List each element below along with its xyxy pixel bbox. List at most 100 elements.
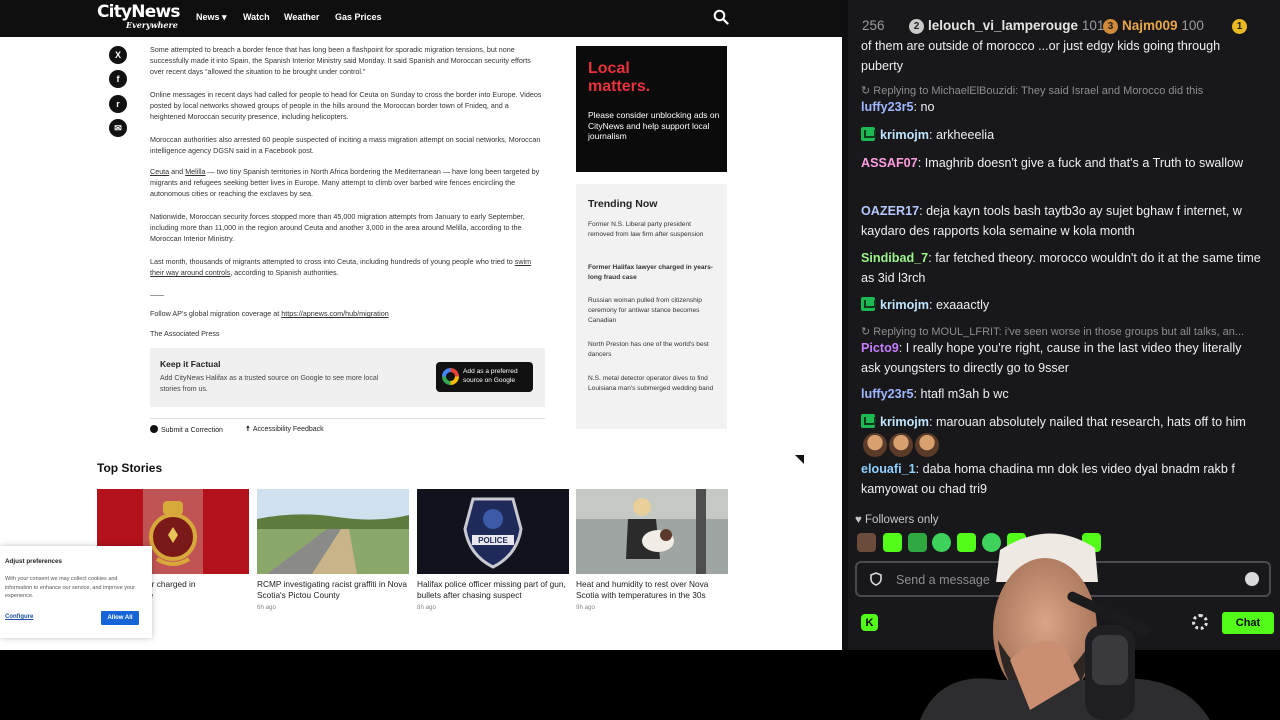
story-card[interactable]: RCMP investigating racist graffiti in No… — [257, 489, 409, 611]
story-card[interactable]: Heat and humidity to rest over Nova Scot… — [576, 489, 728, 611]
reddit-icon[interactable]: r — [109, 95, 127, 113]
article-byline: The Associated Press — [150, 329, 220, 338]
ad-text: Please consider unblocking ads on CityNe… — [588, 110, 720, 141]
nav-watch[interactable]: Watch — [243, 12, 270, 22]
accessibility-feedback-link[interactable]: ☨ Accessibility Feedback — [246, 425, 324, 433]
google-icon — [442, 368, 459, 385]
leaderboard-entry[interactable]: 1 — [1232, 18, 1251, 34]
apnews-link[interactable]: https://apnews.com/hub/migration — [281, 309, 388, 318]
ceuta-link[interactable]: Ceuta — [150, 167, 169, 176]
story-title: RCMP investigating racist graffiti in No… — [257, 579, 408, 600]
chat-username[interactable]: krimojm — [880, 128, 929, 142]
article-paragraph: Ceuta and Melilla — two tiny Spanish ter… — [150, 167, 540, 199]
chat-message: krimojm: arkheeelia — [861, 126, 1261, 146]
nav-news[interactable]: News ▾ — [196, 12, 227, 23]
chat-message: Sindibad_7: far fetched theory. morocco … — [861, 251, 1261, 285]
emote-icon[interactable] — [857, 533, 876, 552]
trending-item[interactable]: N.S. metal detector operator dives to fi… — [588, 374, 716, 394]
story-age: 9h ago — [576, 603, 595, 611]
ad-headline: Local matters. — [588, 60, 651, 95]
trending-item[interactable]: North Preston has one of the world's bes… — [588, 340, 716, 360]
keep-it-factual-box: Keep it Factual Add CityNews Halifax as … — [150, 348, 545, 407]
streamer-webcam — [880, 520, 1280, 720]
site-header: CityNews Everywhere News ▾ Watch Weather… — [0, 0, 842, 37]
rank-badge-icon: 1 — [1232, 18, 1247, 34]
chat-username[interactable]: elouafi_1 — [861, 462, 916, 476]
cursor-icon — [795, 455, 804, 464]
leaderboard-count: 256 — [862, 18, 885, 33]
chat-message: elouafi_1: daba homa chadina mn dok les … — [861, 462, 1235, 496]
keep-it-factual-title: Keep it Factual — [160, 359, 221, 369]
subscriber-badge-icon — [861, 127, 876, 141]
trending-item[interactable]: Former Halifax lawyer charged in years-l… — [588, 263, 716, 283]
facebook-icon[interactable]: f — [109, 70, 127, 88]
top-stories-title: Top Stories — [97, 461, 163, 475]
story-image: POLICE — [417, 489, 569, 574]
email-icon[interactable]: ✉ — [109, 119, 127, 137]
subscriber-badge-icon — [861, 414, 876, 428]
chat-message: krimojm: exaaactly — [861, 296, 1261, 316]
nav-weather[interactable]: Weather — [284, 12, 319, 22]
article-paragraph: Follow AP's global migration coverage at… — [150, 309, 389, 318]
article-paragraph: Nationwide, Moroccan security forces sto… — [150, 212, 525, 244]
chat-username[interactable]: krimojm — [880, 298, 929, 312]
heart-icon: ♥ — [855, 514, 862, 526]
emote-icon — [863, 432, 887, 457]
chat-message: luffy23r5: no — [861, 100, 935, 114]
emote-icon — [889, 432, 913, 457]
site-logo[interactable]: CityNews — [97, 4, 181, 21]
kick-logo-icon[interactable]: K — [861, 614, 878, 631]
leaderboard-entry[interactable]: 2 lelouch_vi_lamperouge 101 — [909, 18, 1104, 34]
divider — [150, 418, 545, 419]
ad-block[interactable]: Local matters. Please consider unblockin… — [576, 46, 727, 172]
leaderboard-entry[interactable]: 3 Najm009 100 — [1103, 18, 1204, 34]
chat-username[interactable]: Sindibad_7 — [861, 251, 928, 265]
chat-username[interactable]: luffy23r5 — [861, 100, 914, 114]
search-icon[interactable] — [713, 9, 729, 25]
melilla-link[interactable]: Melilla — [185, 167, 205, 176]
chat-message: of them are outside of morocco ...or jus… — [861, 39, 1221, 73]
keep-it-factual-desc: Add CityNews Halifax as a trusted source… — [160, 375, 379, 393]
site-logo-tagline: Everywhere — [126, 20, 178, 30]
trending-title: Trending Now — [588, 198, 658, 210]
emote-icon — [915, 432, 939, 457]
reply-context: ↻ Replying to MOUL_LFRIT: i've seen wors… — [861, 326, 1245, 338]
divider — [150, 295, 164, 296]
gift-leaderboard: 256 2 lelouch_vi_lamperouge 101 3 Najm009 … — [848, 16, 1280, 38]
chat-username[interactable]: Picto9 — [861, 341, 899, 355]
nav-gas-prices[interactable]: Gas Prices — [335, 12, 382, 22]
article-paragraph: Online messages in recent days had calle… — [150, 90, 542, 122]
submit-correction-link[interactable]: Submit a Correction — [150, 425, 223, 434]
chat-username[interactable]: luffy23r5 — [861, 387, 914, 401]
cookie-title: Adjust preferences — [5, 558, 63, 565]
story-age: 6h ago — [257, 603, 276, 611]
cookie-text: With your consent we may collect cookies… — [5, 576, 135, 599]
story-age: 8h ago — [417, 603, 436, 611]
subscriber-badge-icon — [861, 297, 876, 311]
allow-all-button[interactable]: Allow All — [101, 611, 139, 625]
chat-username[interactable]: krimojm — [880, 415, 929, 429]
chat-username[interactable]: OAZER17 — [861, 204, 919, 218]
x-icon[interactable]: X — [109, 46, 127, 64]
trending-item[interactable]: Russian woman pulled from citizenship ce… — [588, 296, 716, 325]
accessibility-icon: ☨ — [246, 426, 250, 433]
police-badge-text: POLICE — [478, 536, 508, 545]
reply-context: ↻ Replying to MichaelElBouzidi: They sai… — [861, 85, 1204, 97]
chat-message: OAZER17: deja kayn tools bash taytb3o ay… — [861, 204, 1242, 238]
screen: CityNews Everywhere News ▾ Watch Weather… — [0, 0, 1280, 720]
trending-now-panel: Trending Now Former N.S. Liberal party p… — [576, 184, 727, 429]
chat-message: Picto9: I really hope you're right, caus… — [861, 341, 1242, 375]
chat-message: krimojm: marouan absolutely nailed that … — [861, 413, 1261, 457]
article-paragraph: Some attempted to breach a border fence … — [150, 45, 531, 77]
chevron-down-icon: ▾ — [222, 12, 227, 22]
configure-link[interactable]: Configure — [5, 614, 33, 620]
cookie-preferences-dialog: Adjust preferences With your consent we … — [0, 546, 152, 638]
chat-username[interactable]: ASSAF07 — [861, 156, 918, 170]
article-paragraph: Last month, thousands of migrants attemp… — [150, 257, 532, 278]
info-icon — [150, 425, 158, 433]
article-paragraph: Moroccan authorities also arrested 60 pe… — [150, 135, 541, 156]
story-title: Heat and humidity to rest over Nova Scot… — [576, 579, 709, 600]
story-card[interactable]: POLICE Halifax police officer missing pa… — [417, 489, 569, 611]
trending-item[interactable]: Former N.S. Liberal party president remo… — [588, 220, 716, 240]
add-preferred-source-button[interactable]: Add as a preferred source on Google — [436, 362, 533, 392]
